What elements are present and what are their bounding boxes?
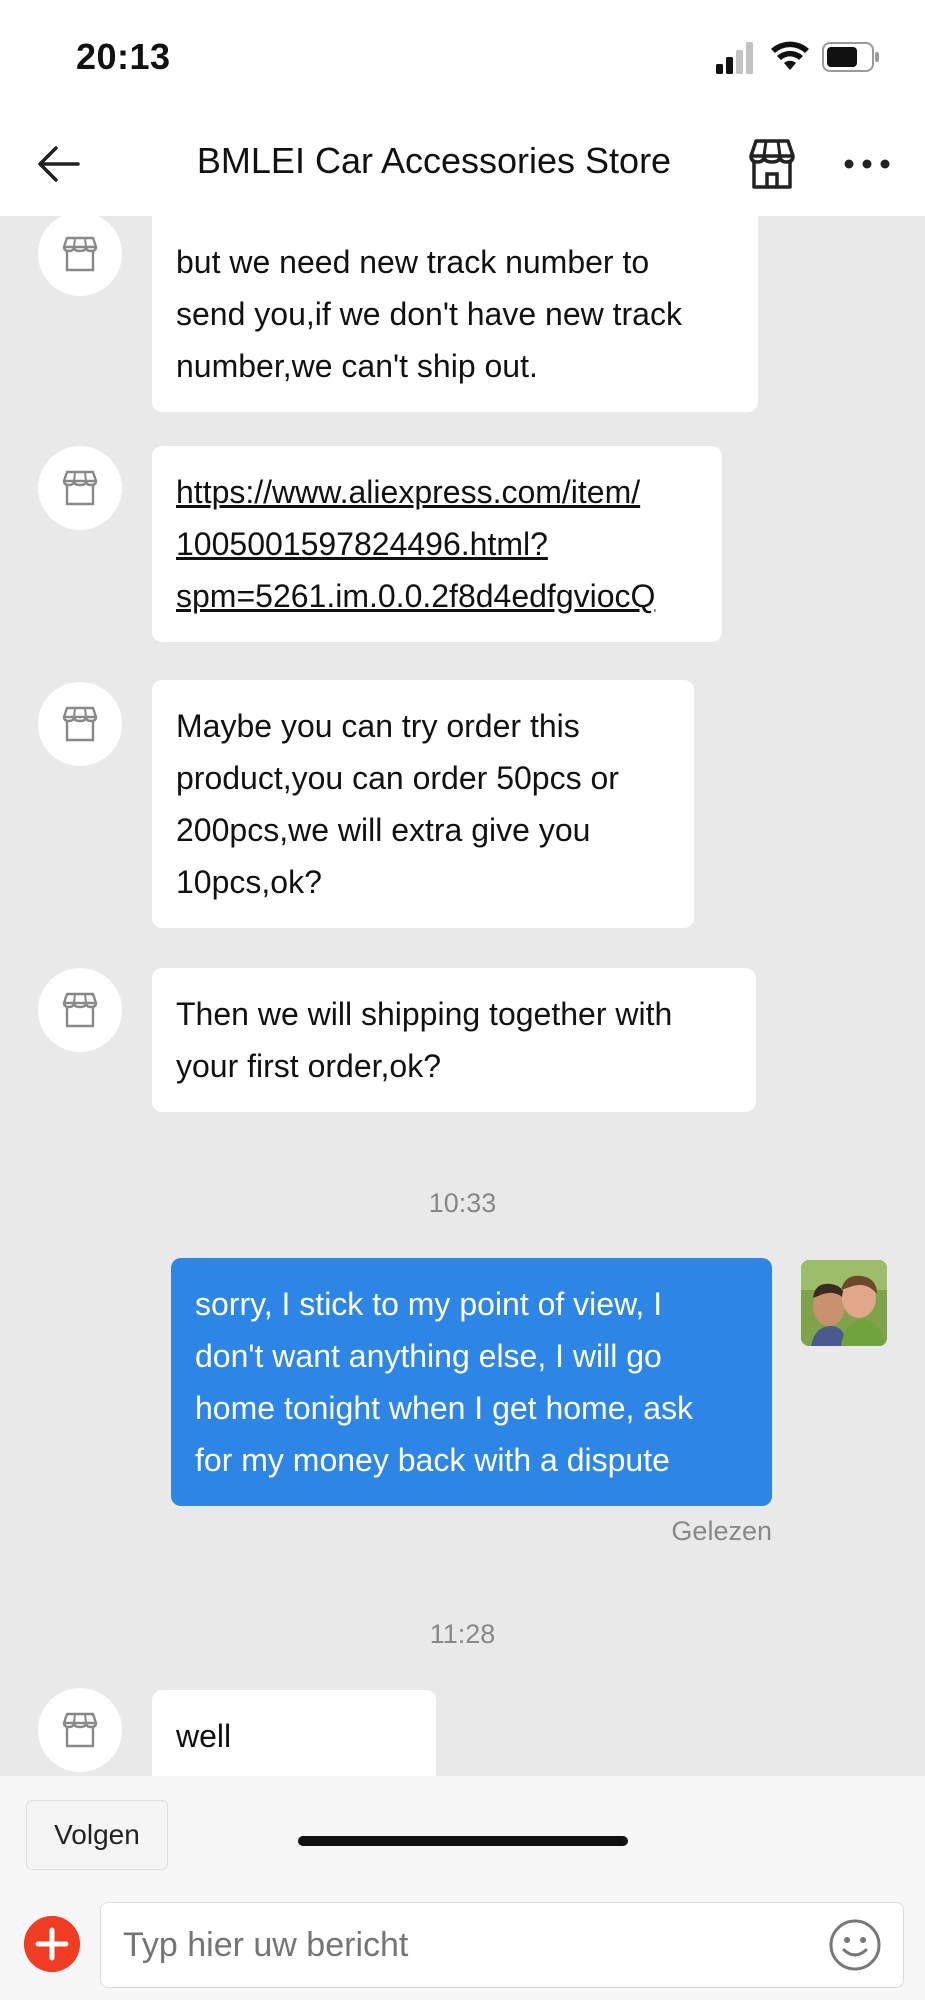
message-line: send you,if we don't have new track bbox=[176, 296, 682, 332]
message-line: well bbox=[176, 1718, 232, 1754]
status-bar: 20:13 bbox=[0, 0, 925, 110]
message-line: Then we will shipping together with bbox=[176, 996, 673, 1032]
message-line: for my money back with a dispute bbox=[195, 1442, 670, 1478]
message-line: 10pcs,ok? bbox=[176, 864, 322, 900]
store-avatar[interactable] bbox=[38, 968, 122, 1052]
timestamp: 10:33 bbox=[428, 1188, 497, 1218]
message-line: sorry, I stick to my point of view, I bbox=[195, 1286, 663, 1322]
more-icon[interactable] bbox=[842, 154, 892, 174]
store-icon[interactable] bbox=[744, 136, 800, 192]
timestamp: 11:28 bbox=[429, 1619, 496, 1649]
message-line: don't want anything else, I will go bbox=[195, 1338, 662, 1374]
store-icon bbox=[62, 992, 98, 1028]
message-line: home tonight when I get home, ask bbox=[195, 1390, 694, 1426]
battery-icon bbox=[822, 42, 879, 72]
message-line: 200pcs,we will extra give you bbox=[176, 812, 591, 848]
link-line[interactable]: https://www.aliexpress.com/item/ bbox=[176, 466, 698, 518]
status-time: 20:13 bbox=[76, 36, 171, 77]
user-avatar[interactable] bbox=[801, 1260, 887, 1346]
message-line: Maybe you can try order this bbox=[176, 708, 580, 744]
store-avatar[interactable] bbox=[38, 216, 122, 296]
chat-header: BMLEI Car Accessories Store bbox=[0, 110, 925, 216]
plus-icon[interactable] bbox=[24, 1916, 80, 1972]
store-avatar[interactable] bbox=[38, 1688, 122, 1772]
store-icon bbox=[62, 1712, 98, 1748]
link-line[interactable]: 1005001597824496.html? bbox=[176, 518, 698, 570]
message-bubble: but we need new track number to send you… bbox=[152, 216, 758, 412]
message-line: but we need new track number to bbox=[176, 244, 650, 280]
store-icon bbox=[62, 706, 98, 742]
composer-bar: Volgen bbox=[0, 1776, 925, 2000]
store-icon bbox=[62, 470, 98, 506]
chat-messages: but we need new track number to send you… bbox=[0, 216, 925, 1776]
store-avatar[interactable] bbox=[38, 446, 122, 530]
message-line: number,we can't ship out. bbox=[176, 348, 538, 384]
my-message-bubble: sorry, I stick to my point of view, I do… bbox=[171, 1258, 772, 1506]
message-line: your first order,ok? bbox=[176, 1048, 441, 1084]
message-input[interactable] bbox=[100, 1902, 904, 1988]
message-bubble: well bbox=[152, 1690, 436, 1776]
link-line[interactable]: spm=5261.im.0.0.2f8d4edfgviocQ bbox=[176, 570, 698, 622]
message-line: product,you can order 50pcs or bbox=[176, 760, 619, 796]
wifi-icon bbox=[771, 41, 809, 70]
signal-icon bbox=[716, 42, 753, 74]
message-bubble: Maybe you can try order this product,you… bbox=[152, 680, 694, 928]
link-message-bubble[interactable]: https://www.aliexpress.com/item/ 1005001… bbox=[152, 446, 722, 642]
emoji-icon[interactable] bbox=[828, 1918, 882, 1972]
store-avatar[interactable] bbox=[38, 682, 122, 766]
message-bubble: Then we will shipping together with your… bbox=[152, 968, 756, 1112]
follow-button[interactable]: Volgen bbox=[26, 1800, 168, 1870]
store-icon bbox=[62, 236, 98, 272]
store-title: BMLEI Car Accessories Store bbox=[196, 140, 672, 181]
user-photo bbox=[801, 1260, 887, 1346]
read-status: Gelezen bbox=[671, 1516, 772, 1546]
home-indicator bbox=[298, 1836, 628, 1846]
